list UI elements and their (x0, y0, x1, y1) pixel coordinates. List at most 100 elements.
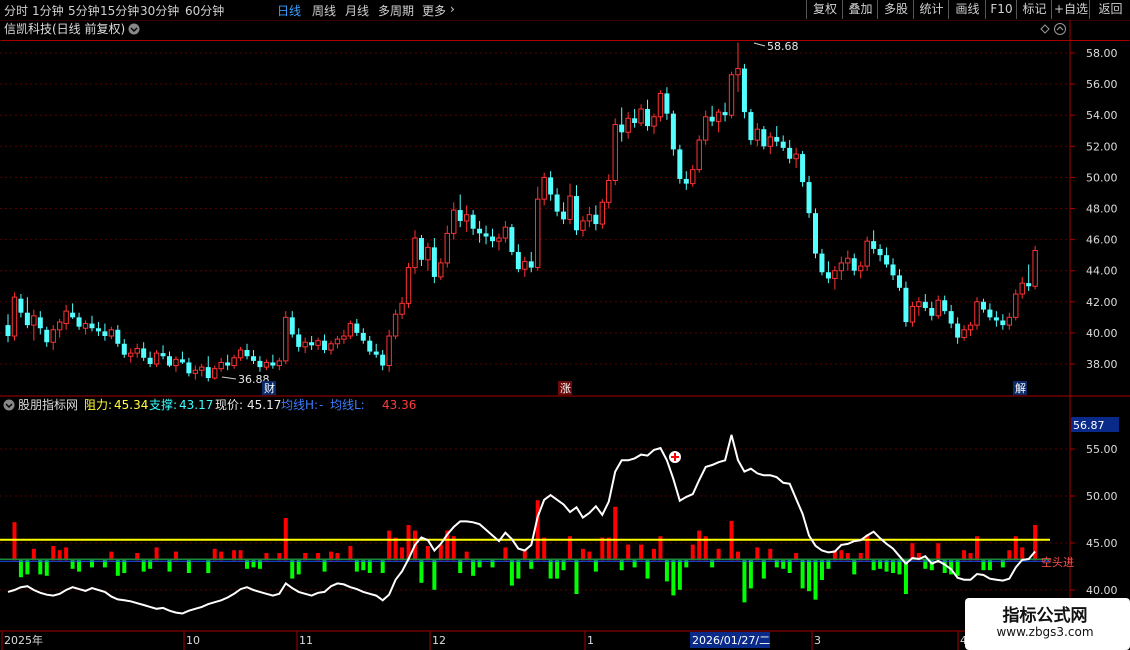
candle (244, 343, 250, 360)
histogram-bar-down (742, 560, 747, 603)
histogram-bar-down (354, 560, 359, 572)
period-tab[interactable]: 分时 (4, 2, 28, 19)
period-tab[interactable]: 日线 (277, 2, 301, 19)
histogram-bar-down (38, 560, 43, 575)
candle (212, 365, 218, 380)
time-label: 2025年 (4, 633, 43, 647)
candle (463, 205, 470, 232)
candle (237, 346, 244, 361)
candle (980, 298, 986, 313)
indicator-tick-label: 55.00 (1086, 443, 1118, 456)
candle (56, 318, 63, 338)
period-tab[interactable]: 30分钟 (140, 2, 179, 19)
period-tab[interactable]: 月线 (345, 2, 369, 19)
candle (37, 311, 43, 335)
period-tab[interactable]: 1分钟 (32, 2, 64, 19)
toolbar-button[interactable]: 标记 (1016, 0, 1052, 19)
candle (405, 262, 412, 309)
candle (929, 301, 935, 321)
histogram-bar-down (509, 560, 514, 586)
toolbar-button[interactable]: 复权 (806, 0, 843, 19)
histogram-bar-down (432, 560, 437, 590)
candle (767, 132, 773, 155)
candle (102, 323, 108, 341)
indicator-tick-label: 40.00 (1086, 584, 1118, 597)
histogram-bar-up (755, 547, 760, 561)
histogram-bar-down (122, 560, 127, 574)
histogram-bar-down (671, 560, 676, 596)
candle (354, 318, 360, 337)
candle (160, 345, 166, 360)
svg-text:解: 解 (1015, 381, 1026, 395)
histogram-bar-down (677, 560, 682, 590)
candle (651, 113, 657, 134)
histogram-bar-down (664, 560, 669, 582)
marker-limit-up[interactable]: 涨 (558, 381, 572, 395)
histogram-bar-down (322, 560, 327, 572)
toolbar-button[interactable]: 画线 (948, 0, 986, 19)
candle (702, 110, 709, 145)
candle (115, 325, 121, 347)
chart-title: 信凯科技(日线 前复权) (4, 21, 125, 36)
histogram-bar-up (690, 544, 695, 561)
collapse-icon[interactable] (1054, 23, 1066, 35)
candle (800, 150, 806, 187)
candle (715, 108, 722, 133)
candle (548, 171, 554, 201)
toolbar-button[interactable]: +自选 (1051, 0, 1090, 19)
candle (296, 328, 302, 352)
price-tick-label: 58.00 (1086, 47, 1118, 60)
candle (787, 140, 793, 164)
period-tab[interactable]: 周线 (312, 2, 336, 19)
indicator-dropdown-icon[interactable] (3, 399, 15, 411)
diamond-icon[interactable] (1040, 24, 1050, 34)
candle (334, 336, 341, 349)
candle (121, 339, 127, 358)
price-value: 45.17 (247, 398, 281, 412)
indicator-tick-label: 50.00 (1086, 490, 1118, 503)
candle (50, 325, 56, 351)
candle (948, 304, 954, 329)
marker-unlock[interactable]: 解 (1013, 381, 1027, 395)
candle (425, 242, 431, 271)
candle (444, 225, 450, 268)
marker-financial[interactable]: 财 (262, 381, 276, 395)
histogram-bar-up (626, 544, 631, 561)
watermark-url: www.zbgs3.com (996, 625, 1094, 639)
more-chevron-icon[interactable]: › (450, 2, 455, 16)
candle (871, 230, 877, 254)
candle (263, 359, 270, 371)
price-tick-label: 46.00 (1086, 234, 1118, 247)
histogram-bar-down (115, 560, 120, 576)
period-tab[interactable]: 60分钟 (185, 2, 224, 19)
candle (386, 329, 392, 372)
period-tab[interactable]: 更多 (422, 2, 446, 19)
toolbar-button[interactable]: 多股 (877, 0, 914, 19)
title-dropdown-icon[interactable] (128, 23, 140, 35)
toolbar-button[interactable]: F10 (985, 0, 1017, 19)
candle (367, 336, 373, 355)
candle (522, 256, 528, 277)
toolbar-button[interactable]: 叠加 (842, 0, 878, 19)
candle (167, 351, 172, 368)
histogram-bar-down (419, 560, 424, 583)
histogram-bar-down (296, 560, 301, 575)
candle (845, 250, 851, 271)
period-tab[interactable]: 多周期 (378, 2, 414, 19)
price-tick-label: 42.00 (1086, 296, 1118, 309)
candle (942, 295, 948, 315)
svg-text:涨: 涨 (560, 382, 571, 395)
candle (483, 225, 489, 245)
candle (877, 244, 883, 262)
toolbar-button[interactable]: 统计 (913, 0, 949, 19)
period-tab[interactable]: 15分钟 (100, 2, 139, 19)
histogram-bar-up (1020, 547, 1025, 561)
candle (761, 126, 767, 150)
histogram-bar-up (606, 537, 611, 561)
candle (916, 297, 922, 316)
toolbar-button[interactable]: 返回 (1089, 0, 1130, 19)
histogram-bar-down (458, 560, 463, 574)
histogram-bar-up (12, 522, 17, 561)
candle (599, 199, 606, 229)
period-tab[interactable]: 5分钟 (68, 2, 100, 19)
